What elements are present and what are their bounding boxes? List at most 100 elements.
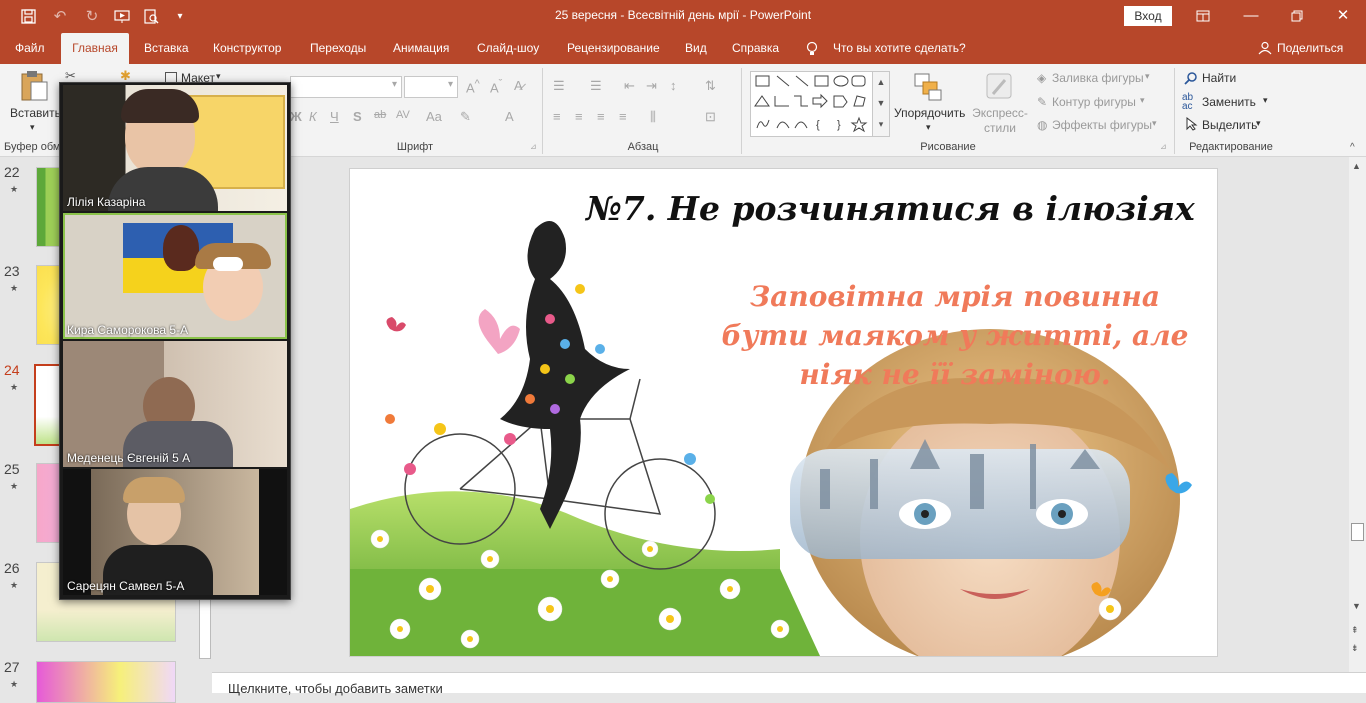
tab-view[interactable]: Вид: [685, 33, 707, 64]
select-button[interactable]: Выделить: [1202, 118, 1257, 132]
slide-quote-line: ніяк не її заміною.: [799, 358, 1111, 391]
shape-outline-dropdown-icon[interactable]: ▾: [1140, 95, 1145, 106]
tab-design[interactable]: Конструктор: [213, 33, 281, 64]
increase-font-icon[interactable]: A^: [466, 78, 480, 95]
group-separator: [1174, 68, 1175, 154]
align-text-icon[interactable]: ⊡: [705, 109, 716, 125]
quick-styles-button[interactable]: Экспресс-стили: [970, 106, 1030, 136]
decrease-font-icon[interactable]: Aˇ: [490, 78, 502, 95]
tab-animations[interactable]: Анимация: [393, 33, 449, 64]
font-size-field[interactable]: ▾: [404, 76, 458, 98]
participant-tile[interactable]: Меденець Євгеній 5 А: [63, 341, 287, 467]
ribbon-display-icon[interactable]: [1180, 0, 1226, 32]
find-icon[interactable]: [1184, 71, 1198, 88]
shape-effects-dropdown-icon[interactable]: ▾: [1152, 118, 1157, 129]
decrease-indent-icon[interactable]: ⇤: [624, 78, 635, 94]
participant-name: Меденець Євгеній 5 А: [67, 451, 191, 465]
font-dialog-icon[interactable]: ⊿: [530, 142, 537, 151]
numbering-icon[interactable]: ☰: [590, 78, 602, 94]
align-left-icon[interactable]: ≡: [553, 109, 561, 124]
font-color-icon[interactable]: A: [505, 109, 514, 124]
tab-slideshow[interactable]: Слайд-шоу: [477, 33, 539, 64]
tab-transitions[interactable]: Переходы: [310, 33, 366, 64]
participant-name: Сарецян Самвел 5-А: [67, 579, 185, 593]
drawing-dialog-icon[interactable]: ⊿: [1160, 142, 1167, 151]
arrange-icon[interactable]: [913, 72, 943, 105]
arrange-dropdown-icon[interactable]: ▾: [926, 122, 931, 133]
close-icon[interactable]: ✕: [1320, 0, 1366, 32]
tell-me-search[interactable]: Что вы хотите сделать?: [833, 33, 966, 64]
arrange-button[interactable]: Упорядочить: [894, 106, 965, 120]
paste-label[interactable]: Вставить: [10, 106, 61, 120]
change-case-icon[interactable]: Aa: [426, 109, 442, 124]
shape-effects-icon[interactable]: ◍: [1037, 118, 1047, 132]
select-cursor-icon[interactable]: [1186, 116, 1198, 134]
participant-name: Лілія Казаріна: [67, 195, 146, 209]
shape-fill-dropdown-icon[interactable]: ▾: [1145, 71, 1150, 82]
shape-outline-icon[interactable]: ✎: [1037, 95, 1047, 109]
slide-quote[interactable]: Заповітна мрія повинна бути маяком у жит…: [695, 277, 1215, 394]
paste-icon[interactable]: [19, 70, 49, 105]
tab-file[interactable]: Файл: [15, 33, 45, 64]
tab-insert[interactable]: Вставка: [144, 33, 189, 64]
replace-button[interactable]: Заменить: [1202, 95, 1256, 109]
title-bar: ↶ ↻ ▾ 25 вересня - Всесвітній день мрії …: [0, 0, 1366, 33]
slide-canvas[interactable]: №7. Не розчинятися в ілюзіях Заповітна м…: [350, 169, 1217, 656]
justify-icon[interactable]: ≡: [619, 109, 627, 124]
collapse-ribbon-icon[interactable]: ^: [1350, 142, 1355, 153]
shape-fill-button[interactable]: Заливка фигуры: [1052, 71, 1144, 85]
shape-effects-button[interactable]: Эффекты фигуры: [1052, 118, 1152, 132]
tab-help[interactable]: Справка: [732, 33, 779, 64]
shadow-icon[interactable]: S: [353, 109, 362, 124]
increase-indent-icon[interactable]: ⇥: [646, 78, 657, 94]
font-name-field[interactable]: ▾: [290, 76, 402, 98]
clear-format-icon[interactable]: A̷: [514, 78, 523, 93]
shapes-gallery[interactable]: {}: [750, 71, 874, 137]
replace-dropdown-icon[interactable]: ▾: [1263, 95, 1268, 106]
paste-dropdown-icon[interactable]: ▾: [30, 122, 35, 133]
video-call-panel[interactable]: Лілія Казаріна Кира Саморокова 5-А Меден…: [59, 82, 291, 600]
slide-thumbnail-27[interactable]: [36, 661, 176, 703]
tab-review[interactable]: Рецензирование: [567, 33, 660, 64]
editor-scrollbar[interactable]: ▲ ▼ ⇞ ⇟: [1349, 157, 1366, 672]
find-button[interactable]: Найти: [1202, 71, 1236, 85]
participant-tile[interactable]: Лілія Казаріна: [63, 85, 287, 211]
slide-number: 26: [4, 560, 20, 576]
participant-tile[interactable]: Сарецян Самвел 5-А: [63, 469, 287, 595]
line-spacing-icon[interactable]: ↕: [670, 78, 677, 93]
bullets-icon[interactable]: ☰: [553, 78, 565, 94]
columns-icon[interactable]: ⫼: [650, 109, 656, 125]
quick-styles-icon[interactable]: [985, 72, 1015, 105]
lightbulb-icon: [806, 33, 818, 64]
tab-home[interactable]: Главная: [61, 33, 129, 64]
align-center-icon[interactable]: ≡: [575, 109, 583, 124]
notes-pane[interactable]: Щелкните, чтобы добавить заметки: [212, 672, 1366, 696]
shape-outline-button[interactable]: Контур фигуры: [1052, 95, 1136, 109]
underline-icon[interactable]: Ч: [330, 109, 339, 124]
bold-icon[interactable]: Ж: [290, 109, 302, 124]
animation-star-icon: ★: [10, 580, 19, 590]
char-spacing-icon[interactable]: AV: [396, 109, 410, 121]
group-separator: [741, 68, 742, 154]
ribbon-tabs: Файл Главная Вставка Конструктор Переход…: [0, 33, 1366, 64]
minimize-icon[interactable]: —: [1228, 0, 1274, 32]
replace-icon[interactable]: ab ac: [1182, 93, 1193, 112]
participant-name: Кира Саморокова 5-А: [67, 323, 189, 337]
highlight-icon[interactable]: ✎: [460, 109, 471, 125]
strikethrough-icon[interactable]: ab: [374, 109, 386, 121]
layout-dropdown-icon[interactable]: ▾: [216, 71, 221, 82]
restore-icon[interactable]: [1274, 0, 1320, 32]
text-direction-icon[interactable]: ⇅: [705, 78, 716, 94]
slide-artwork: [350, 221, 1192, 656]
slide-quote-line: Заповітна мрія повинна: [750, 280, 1160, 313]
select-dropdown-icon[interactable]: ▾: [1256, 118, 1261, 129]
shape-fill-icon[interactable]: ◈: [1037, 71, 1046, 85]
participant-tile-active-speaker[interactable]: Кира Саморокова 5-А: [63, 213, 287, 339]
share-button[interactable]: Поделиться: [1277, 33, 1343, 64]
slide-title[interactable]: №7. Не розчинятися в ілюзіях: [586, 189, 1195, 228]
sign-in-button[interactable]: Вход: [1124, 6, 1172, 26]
slide-number: 23: [4, 263, 20, 279]
shapes-gallery-scroll[interactable]: ▲ ▼ ▾: [872, 71, 890, 137]
align-right-icon[interactable]: ≡: [597, 109, 605, 124]
italic-icon[interactable]: К: [309, 109, 317, 124]
